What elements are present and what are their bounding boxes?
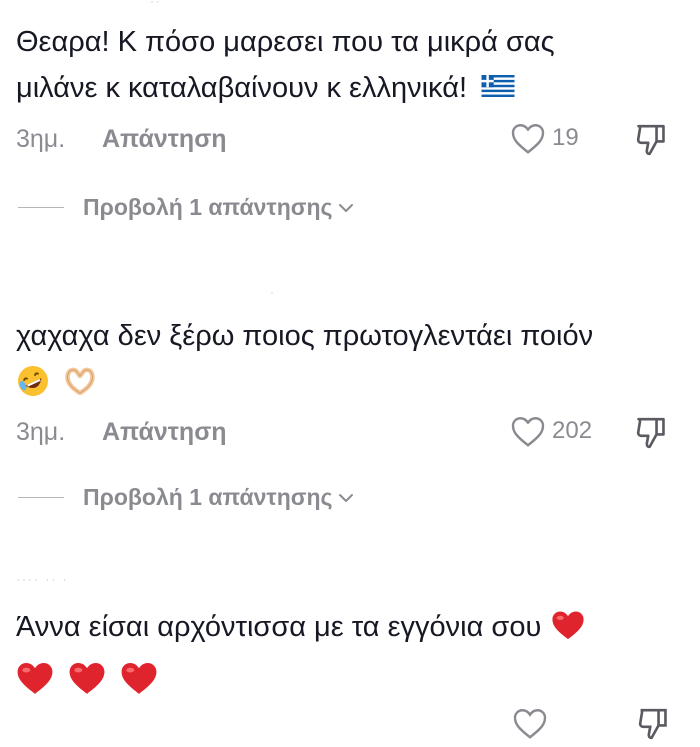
comment-text-line: Άννα είσαι αρχόντισσα με τα εγγόνια σου: [16, 604, 696, 650]
like-count: 19: [552, 124, 579, 151]
divider-line: [18, 207, 64, 208]
comment-text-line-2: μιλάνε κ καταλαβαίνουν κ ελληνικά!: [16, 65, 696, 111]
like-button[interactable]: 19: [510, 121, 579, 155]
heart-hands-emoji: [65, 368, 95, 396]
comment-emoji-line: [16, 357, 696, 403]
reply-button[interactable]: Απάντηση: [102, 418, 227, 447]
comment-text-line: χαχαχα δεν ξέρω ποιος πρωτογλεντάει ποιό…: [16, 320, 594, 352]
comment-2: χαχαχα δεν ξέρω ποιος πρωτογλεντάει ποιό…: [16, 313, 696, 403]
comment-emoji-line: [16, 654, 696, 700]
red-heart: [121, 663, 157, 695]
heart-outline-icon: [511, 417, 545, 447]
comment-time: 3ημ.: [16, 418, 66, 446]
dislike-button[interactable]: [634, 415, 668, 456]
dislike-icon: [636, 124, 665, 156]
view-replies-button[interactable]: Προβολή 1 απάντησης: [18, 194, 355, 221]
heart-outline-icon: [511, 124, 545, 154]
comment-time: 3ημ.: [16, 125, 66, 153]
red-heart: [69, 663, 105, 695]
red-heart: [17, 663, 53, 695]
rolling-laughing-emoji: [18, 366, 48, 397]
chevron-down-icon: [338, 203, 353, 212]
view-replies-label: Προβολή 1 απάντησης: [83, 194, 333, 220]
chevron-down-icon: [338, 493, 353, 502]
dislike-icon: [636, 417, 665, 449]
like-button[interactable]: 202: [510, 414, 592, 448]
dislike-button[interactable]: [634, 122, 668, 163]
like-count: 202: [552, 417, 593, 444]
view-replies-label: Προβολή 1 απάντησης: [83, 484, 333, 510]
cropped-username-3: ···· ·· ·: [16, 572, 69, 586]
reply-button[interactable]: Απάντηση: [102, 125, 227, 154]
greece-flag: [481, 75, 515, 98]
cropped-username-2: ·: [270, 285, 276, 299]
comment-1: Θεαρα! Κ πόσο μαρεσει που τα μικρά σας μ…: [16, 19, 696, 111]
heart-outline-icon[interactable]: [512, 706, 548, 745]
comment-3: Άννα είσαι αρχόντισσα με τα εγγόνια σου: [16, 604, 696, 700]
comment-text-line: Θεαρα! Κ πόσο μαρεσει που τα μικρά σας: [16, 26, 555, 58]
cropped-username: ··: [150, 0, 162, 8]
divider-line: [18, 497, 64, 498]
dislike-icon[interactable]: [636, 706, 670, 747]
red-heart: [552, 611, 584, 640]
view-replies-button[interactable]: Προβολή 1 απάντησης: [18, 484, 355, 511]
